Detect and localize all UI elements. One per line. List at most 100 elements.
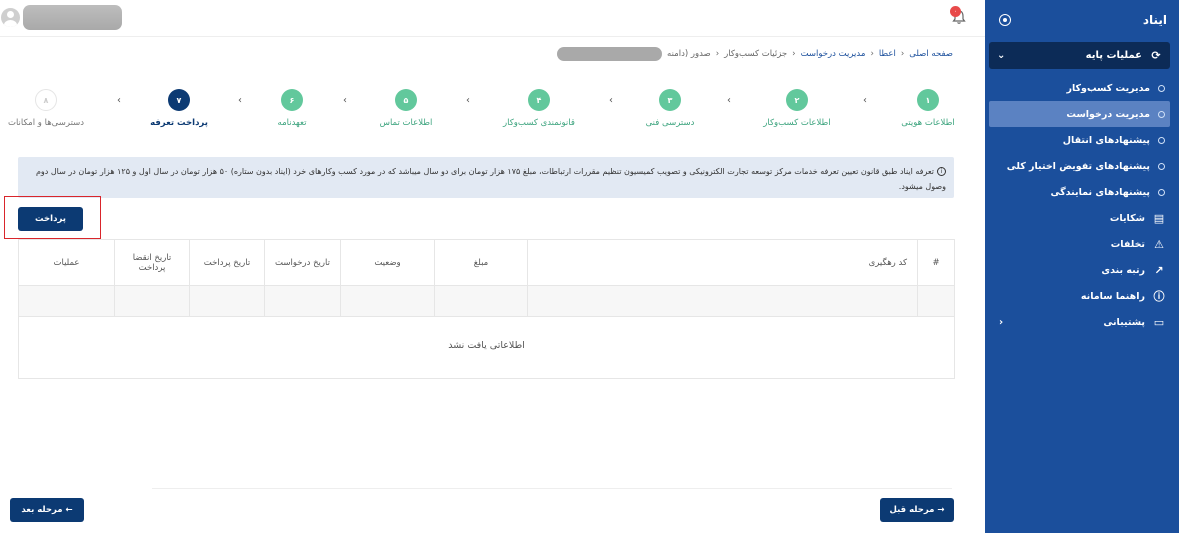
sidebar-item-ranking[interactable]: ↗ رتبه بندی [985, 257, 1179, 283]
table-cell-divider [917, 286, 918, 317]
step-label: دسترسی فنی [645, 118, 695, 128]
sidebar-item-label: مدیریت کسب‌وکار [1066, 82, 1151, 94]
step-6[interactable]: ۶ تعهدنامه [232, 89, 352, 128]
table-cell-divider [527, 286, 528, 317]
document-icon: ▤ [1153, 211, 1165, 225]
step-3[interactable]: ۳ دسترسی فنی [610, 89, 730, 128]
table-cell-divider [189, 286, 190, 317]
step-label: دسترسی‌ها و امکانات [7, 118, 85, 128]
sidebar-item-label: پیشنهادهای تفویض اختیار کلی [1006, 160, 1150, 172]
breadcrumb-business-details[interactable]: جزئیات کسب‌وکار [724, 49, 787, 59]
breadcrumb-separator-icon: ‹ [792, 49, 796, 59]
breadcrumb-separator-icon: ‹ [900, 49, 905, 59]
chevron-left-icon: ‹ [999, 316, 1004, 328]
sidebar-item-label: رتبه بندی [1101, 264, 1145, 276]
redacted-domain [557, 47, 663, 61]
help-icon: ⓘ [1153, 290, 1165, 303]
chevron-down-icon: ⌄ [997, 50, 1006, 61]
step-8[interactable]: ۸ دسترسی‌ها و امکانات [0, 89, 106, 128]
bullet-icon [1158, 110, 1165, 118]
sidebar-item-label: پیشنهادهای نمایندگی [1050, 186, 1150, 198]
bullet-icon [1158, 188, 1165, 196]
step-2[interactable]: ۲ اطلاعات کسب‌وکار [737, 89, 857, 128]
app-title: ایناد [1142, 13, 1167, 27]
notification-badge: ۰ [950, 6, 961, 17]
chevron-left-icon: ‹ [117, 95, 121, 106]
step-number: ۴ [528, 89, 550, 111]
col-operations: عملیات [53, 258, 80, 268]
notification-bell-icon[interactable]: ۰ [950, 6, 968, 26]
sidebar: ایناد ⟳ عملیات پایه ⌄ مدیریت کسب‌وکار مد… [985, 0, 1179, 533]
table-row [19, 286, 954, 317]
sidebar-item-label: مدیریت درخواست [1066, 108, 1150, 120]
content-card: ۱ اطلاعات هویتی ‹ ۲ اطلاعات کسب‌وکار ‹ ۳… [0, 73, 969, 533]
sidebar-item-delegation-offers[interactable]: پیشنهادهای تفویض اختیار کلی [985, 153, 1179, 179]
tariff-info-box: iتعرفه ایناد طبق قانون تعیین تعرفه خدمات… [18, 157, 954, 198]
table-header: # کد رهگیری مبلغ وضعیت تاریخ درخواست تار… [19, 240, 954, 286]
trend-icon: ↗ [1154, 263, 1164, 277]
empty-state-text: اطلاعاتی یافت نشد [448, 340, 525, 351]
col-index: # [917, 240, 954, 286]
next-step-button[interactable]: مرحله بعد ← [10, 498, 84, 522]
chevron-left-icon: ‹ [466, 95, 470, 106]
col-request-date: تاریخ درخواست [264, 240, 340, 286]
previous-step-button[interactable]: مرحله قبل → [880, 498, 954, 522]
step-label: اطلاعات هویتی [901, 118, 955, 128]
tariff-info-text: تعرفه ایناد طبق قانون تعیین تعرفه خدمات … [35, 167, 946, 191]
step-4[interactable]: ۴ قانونمندی کسب‌وکار [479, 89, 599, 128]
col-payment-expiry-date: تاریخ انقضا پرداخت [114, 240, 189, 286]
table-cell-divider [264, 286, 265, 317]
step-label: پرداخت تعرفه [150, 118, 208, 128]
sidebar-item-business-management[interactable]: مدیریت کسب‌وکار [985, 75, 1179, 101]
table-cell-divider [434, 286, 435, 317]
bullet-icon [1158, 84, 1165, 92]
sidebar-group-basic-operations[interactable]: ⟳ عملیات پایه ⌄ [989, 42, 1170, 69]
step-5[interactable]: ۵ اطلاعات تماس [346, 89, 466, 128]
breadcrumb-grant[interactable]: اعطا [879, 49, 896, 59]
sidebar-item-label: شکایات [1109, 212, 1145, 224]
step-number: ۸ [35, 89, 57, 111]
pay-button[interactable]: پرداخت [18, 207, 83, 231]
col-tracking-code: کد رهگیری [527, 240, 917, 286]
breadcrumb: صفحه اصلی ‹ اعطا ‹ مدیریت درخواست ‹ جزئی… [557, 47, 953, 61]
info-icon: i [937, 167, 946, 176]
sidebar-toggle-icon[interactable] [999, 14, 1011, 26]
chevron-left-icon: ‹ [609, 95, 613, 106]
chat-icon: ▭ [1153, 315, 1165, 329]
step-number: ۵ [395, 89, 417, 111]
step-number: ۱ [917, 89, 939, 111]
table-cell-divider [114, 286, 115, 317]
step-label: اطلاعات کسب‌وکار [763, 118, 831, 128]
col-status: وضعیت [340, 240, 434, 286]
chevron-left-icon: ‹ [863, 95, 867, 106]
sidebar-item-label: پیشنهادهای انتقال [1062, 134, 1150, 146]
sidebar-item-agency-offers[interactable]: پیشنهادهای نمایندگی [985, 179, 1179, 205]
col-amount: مبلغ [434, 240, 527, 286]
sidebar-header: ایناد [985, 0, 1179, 40]
top-bar: ۰ [0, 0, 985, 37]
step-number: ۷ [168, 89, 190, 111]
step-1[interactable]: ۱ اطلاعات هویتی [868, 89, 988, 128]
step-number: ۲ [786, 89, 808, 111]
avatar-icon[interactable] [1, 8, 20, 27]
refresh-icon: ⟳ [1151, 49, 1161, 62]
sidebar-item-request-management[interactable]: مدیریت درخواست [989, 101, 1170, 127]
sidebar-item-transfer-offers[interactable]: پیشنهادهای انتقال [985, 127, 1179, 153]
sidebar-group-label: عملیات پایه [1085, 50, 1142, 61]
sidebar-item-label: پشتیبانی [1103, 316, 1145, 328]
payments-table: # کد رهگیری مبلغ وضعیت تاریخ درخواست تار… [18, 239, 955, 379]
sidebar-item-label: راهنما سامانه [1080, 290, 1145, 302]
breadcrumb-request-management[interactable]: مدیریت درخواست [801, 49, 866, 59]
sidebar-item-support[interactable]: ▭ پشتیبانی ‹ [985, 309, 1179, 335]
step-label: اطلاعات تماس [379, 118, 433, 128]
sidebar-item-violations[interactable]: ⚠ تخلفات [985, 231, 1179, 257]
sidebar-item-complaints[interactable]: ▤ شکایات [985, 205, 1179, 231]
table-cell-divider [340, 286, 341, 317]
step-7[interactable]: ۷ پرداخت تعرفه [119, 89, 239, 128]
col-payment-date: تاریخ پرداخت [189, 240, 264, 286]
user-name-redacted[interactable] [23, 5, 122, 30]
breadcrumb-home[interactable]: صفحه اصلی [909, 49, 953, 59]
sidebar-item-help[interactable]: ⓘ راهنما سامانه [985, 283, 1179, 309]
breadcrumb-separator-icon: ‹ [715, 49, 720, 59]
breadcrumb-issuance: صدور (دامنه [667, 49, 711, 59]
